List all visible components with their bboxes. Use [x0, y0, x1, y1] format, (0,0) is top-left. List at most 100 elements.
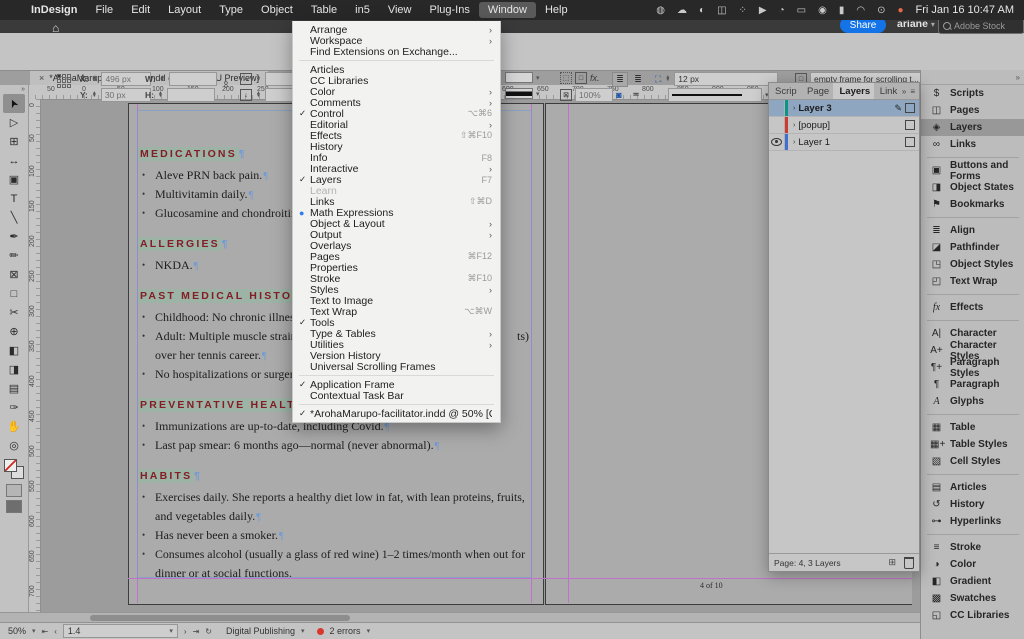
- expand-layer-icon[interactable]: ›: [793, 122, 795, 129]
- menu-item-layers[interactable]: ✓LayersF7: [293, 174, 500, 185]
- height-field[interactable]: H:▲▼: [145, 88, 215, 102]
- content-collector-tool[interactable]: ▣: [3, 170, 25, 189]
- dock-panel-swatches[interactable]: ▩Swatches: [921, 590, 1024, 607]
- dock-panel-links[interactable]: ∞Links: [921, 136, 1024, 153]
- type-tool[interactable]: T: [3, 189, 25, 208]
- status-icon[interactable]: ◔: [779, 5, 785, 16]
- layer-row-layer-3[interactable]: ›Layer 3✎: [769, 100, 919, 117]
- status-icon[interactable]: ◠: [856, 5, 865, 16]
- dock-panel-object-states[interactable]: ◨Object States: [921, 179, 1024, 196]
- direct-selection-tool[interactable]: ▷: [3, 113, 25, 132]
- error-count[interactable]: 2 errors: [330, 626, 361, 636]
- normal-view-mode-button[interactable]: [6, 484, 22, 497]
- reference-point-proxy[interactable]: [57, 74, 71, 88]
- menu-item-text-to-image[interactable]: Text to Image: [293, 295, 500, 306]
- dock-panel-table-styles[interactable]: ▦+Table Styles: [921, 436, 1024, 453]
- opacity-control[interactable]: ⊠ 100%›: [560, 88, 618, 102]
- gradient-feather-tool[interactable]: ◨: [3, 360, 25, 379]
- gradient-swatch-tool[interactable]: ◧: [3, 341, 25, 360]
- selection-tool[interactable]: ➤: [3, 94, 25, 113]
- note-tool[interactable]: ▤: [3, 379, 25, 398]
- menu-item-application-frame[interactable]: ✓Application Frame: [293, 379, 500, 390]
- status-icon[interactable]: ☁: [677, 5, 687, 16]
- width-field[interactable]: W:▲▼: [145, 72, 217, 86]
- menu-item-interactive[interactable]: Interactive›: [293, 163, 500, 174]
- menu-item-find-extensions-on-exchange[interactable]: Find Extensions on Exchange...: [293, 46, 500, 57]
- fill-color-dropdown[interactable]: ▾: [505, 72, 540, 83]
- menubar-item-layout[interactable]: Layout: [159, 2, 210, 18]
- menu-item-editorial[interactable]: Editorial›: [293, 119, 500, 130]
- status-icon[interactable]: ●: [898, 5, 904, 16]
- container-icon[interactable]: □: [575, 72, 587, 84]
- dock-panel-buttons-and-forms[interactable]: ▣Buttons and Forms: [921, 162, 1024, 179]
- expand-layer-icon[interactable]: ›: [793, 139, 795, 146]
- target-square-icon[interactable]: [905, 120, 915, 130]
- constrain-proportions-icon[interactable]: ∞: [222, 79, 229, 90]
- preflight-icon[interactable]: ↻: [205, 627, 212, 636]
- errors-dropdown-icon[interactable]: ▾: [367, 627, 371, 635]
- collapse-panel-icon[interactable]: »: [902, 87, 906, 96]
- menu-item-cc-libraries[interactable]: CC Libraries: [293, 75, 500, 86]
- menubar-item-edit[interactable]: Edit: [122, 2, 159, 18]
- menubar-item-in5[interactable]: in5: [346, 2, 379, 18]
- target-square-icon[interactable]: [905, 103, 915, 113]
- menu-item-math-expressions[interactable]: ●Math Expressions: [293, 207, 500, 218]
- status-icon[interactable]: ◍: [656, 5, 665, 16]
- next-page-button[interactable]: ›: [184, 627, 187, 636]
- dock-panel-glyphs[interactable]: AGlyphs: [921, 393, 1024, 410]
- scissors-tool[interactable]: ✂: [3, 303, 25, 322]
- rectangle-tool[interactable]: □: [3, 284, 25, 303]
- status-icon[interactable]: ◐: [699, 5, 705, 16]
- menu-item-comments[interactable]: Comments›: [293, 97, 500, 108]
- dock-panel-color[interactable]: ◑Color: [921, 556, 1024, 573]
- dock-panel-align[interactable]: ≣Align: [921, 222, 1024, 239]
- dock-panel-effects[interactable]: fxEffects: [921, 299, 1024, 316]
- baseline-button[interactable]: ≖: [629, 88, 643, 101]
- menu-item-workspace[interactable]: Workspace›: [293, 35, 500, 46]
- target-square-icon[interactable]: [905, 137, 915, 147]
- hand-tool[interactable]: ✋: [3, 417, 25, 436]
- preset-dropdown-icon[interactable]: ▾: [301, 627, 305, 635]
- menu-item-tools[interactable]: ✓Tools: [293, 317, 500, 328]
- gap-tool[interactable]: ↔: [3, 151, 25, 170]
- first-page-button[interactable]: ⇤: [42, 627, 49, 636]
- panel-tab-link[interactable]: Link: [874, 83, 902, 99]
- new-layer-button[interactable]: ⊞: [888, 557, 896, 569]
- menu-item-pages[interactable]: Pages⌘F12: [293, 251, 500, 262]
- menu-item-properties[interactable]: Properties: [293, 262, 500, 273]
- status-icon[interactable]: ⊙: [877, 5, 885, 16]
- dock-panel-bookmarks[interactable]: ⚑Bookmarks: [921, 196, 1024, 213]
- stroke-style-dropdown[interactable]: ▾: [668, 88, 769, 102]
- close-tab-icon[interactable]: ×: [39, 73, 44, 83]
- zoom-level[interactable]: 50%: [8, 626, 26, 636]
- visibility-toggle[interactable]: [769, 100, 785, 116]
- align-justify-button[interactable]: ≣: [631, 73, 645, 86]
- menu-item-universal-scrolling-frames[interactable]: Universal Scrolling Frames: [293, 361, 500, 372]
- dock-panel-stroke[interactable]: ≡Stroke: [921, 539, 1024, 556]
- eyedropper-tool[interactable]: ✑: [3, 398, 25, 417]
- dock-panel-scripts[interactable]: $Scripts: [921, 85, 1024, 102]
- stroke-color-dropdown[interactable]: ▾: [505, 88, 540, 99]
- dock-panel-pathfinder[interactable]: ◪Pathfinder: [921, 239, 1024, 256]
- menubar-item-file[interactable]: File: [86, 2, 122, 18]
- dock-panel-cell-styles[interactable]: ▧Cell Styles: [921, 453, 1024, 470]
- previous-page-button[interactable]: ‹: [54, 627, 57, 636]
- menubar-item-indesign[interactable]: InDesign: [22, 2, 86, 18]
- frame-fitting-icon[interactable]: ⬚: [560, 72, 572, 84]
- layer-row-popup[interactable]: ›[popup]: [769, 117, 919, 134]
- menu-item-output[interactable]: Output›: [293, 229, 500, 240]
- bottom-margin-guide[interactable]: [128, 578, 912, 579]
- vertical-ruler[interactable]: 0501001502002503003504004505005506006507…: [28, 99, 41, 612]
- align-left-button[interactable]: ≣: [612, 72, 628, 87]
- menu-item-overlays[interactable]: Overlays: [293, 240, 500, 251]
- menubar-item-view[interactable]: View: [379, 2, 421, 18]
- page-number-field[interactable]: 1.4▾: [63, 624, 178, 638]
- dock-panel-history[interactable]: ↺History: [921, 496, 1024, 513]
- dock-panel-pages[interactable]: ◫Pages: [921, 102, 1024, 119]
- menu-item-articles[interactable]: Articles: [293, 64, 500, 75]
- menu-item-styles[interactable]: Styles›: [293, 284, 500, 295]
- status-icon[interactable]: ▮: [839, 5, 845, 16]
- menu-item-version-history[interactable]: Version History: [293, 350, 500, 361]
- menu-item-utilities[interactable]: Utilities›: [293, 339, 500, 350]
- menubar-item-type[interactable]: Type: [210, 2, 252, 18]
